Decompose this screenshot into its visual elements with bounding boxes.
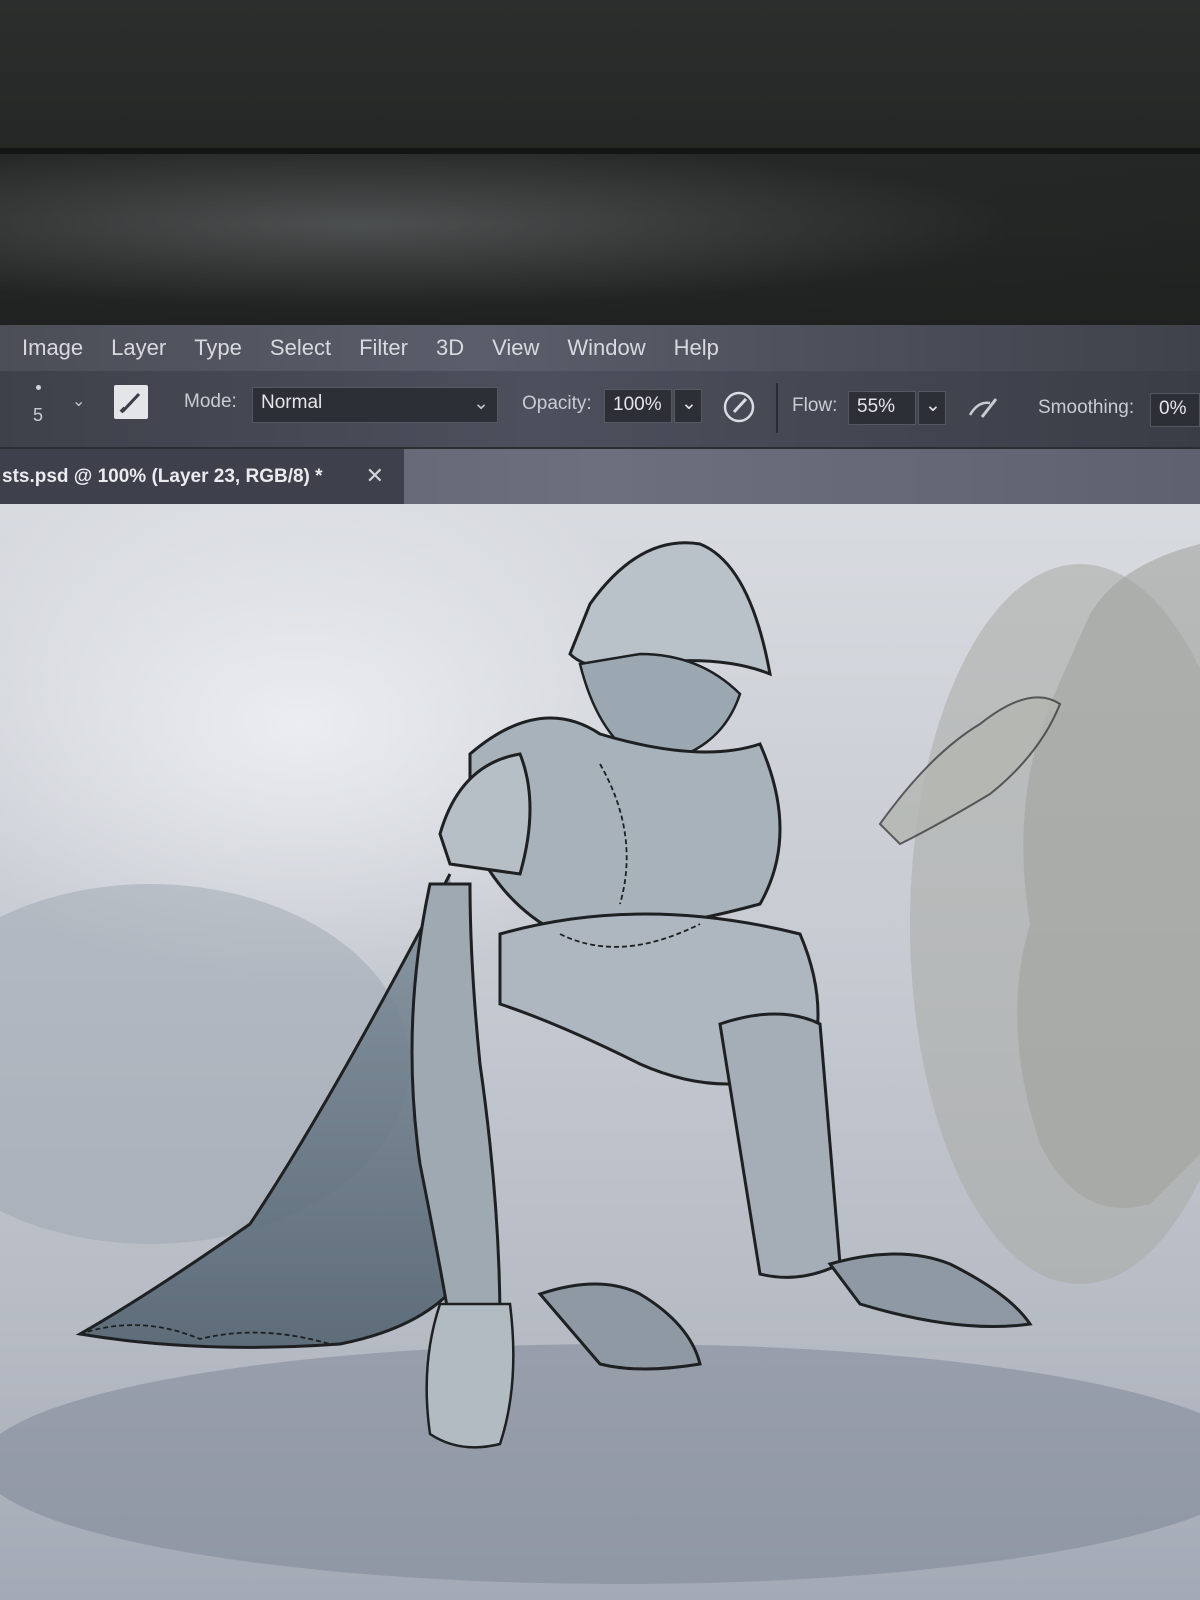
flow-dropdown-button[interactable]: ⌄	[918, 391, 946, 425]
menu-item-select[interactable]: Select	[270, 335, 331, 361]
menu-bar: Image Layer Type Select Filter 3D View W…	[0, 325, 1200, 371]
menu-item-window[interactable]: Window	[567, 335, 645, 361]
chevron-down-icon: ⌄	[925, 395, 941, 416]
airbrush-icon[interactable]	[964, 391, 1004, 425]
flow-value: 55%	[857, 396, 896, 417]
document-tab[interactable]: sts.psd @ 100% (Layer 23, RGB/8) * ✕	[0, 449, 404, 504]
menu-item-3d[interactable]: 3D	[436, 335, 464, 361]
opacity-field[interactable]: 100%	[604, 389, 672, 423]
menu-item-help[interactable]: Help	[674, 335, 719, 361]
brush-panel-toggle-icon[interactable]	[114, 385, 148, 419]
mode-label: Mode:	[184, 391, 237, 412]
opacity-label: Opacity:	[522, 393, 592, 414]
smoothing-field[interactable]: 0%	[1150, 393, 1200, 427]
menu-item-filter[interactable]: Filter	[359, 335, 408, 361]
options-separator	[776, 383, 778, 433]
brush-size-value: 5	[33, 405, 44, 425]
document-tab-bar: sts.psd @ 100% (Layer 23, RGB/8) * ✕	[0, 449, 1200, 504]
opacity-value: 100%	[613, 394, 662, 415]
screen-glare	[0, 154, 1200, 330]
pressure-opacity-icon[interactable]	[722, 389, 758, 425]
sketch-artwork	[0, 504, 1200, 1584]
mode-value: Normal	[261, 392, 323, 413]
menu-item-type[interactable]: Type	[194, 335, 242, 361]
menu-item-layer[interactable]: Layer	[111, 335, 166, 361]
brush-dot-icon	[36, 385, 41, 390]
opacity-dropdown-button[interactable]: ⌄	[674, 389, 702, 423]
chevron-down-icon: ⌄	[681, 393, 697, 414]
flow-field[interactable]: 55%	[848, 391, 916, 425]
smoothing-value: 0%	[1159, 398, 1187, 419]
chevron-down-icon: ⌄	[473, 393, 489, 414]
options-bar: 5 ⌄ Mode: Normal ⌄ Opacity: 100% ⌄ Flow:…	[0, 371, 1200, 449]
document-canvas[interactable]	[0, 504, 1200, 1600]
menu-item-image[interactable]: Image	[22, 335, 83, 361]
smoothing-label: Smoothing:	[1038, 397, 1135, 418]
menu-item-view[interactable]: View	[492, 335, 539, 361]
brush-preset-picker[interactable]: 5 ⌄	[20, 379, 95, 439]
close-icon[interactable]: ✕	[366, 463, 384, 489]
flow-label: Flow:	[792, 395, 838, 416]
document-tab-title: sts.psd @ 100% (Layer 23, RGB/8) *	[2, 465, 323, 487]
mode-select[interactable]: Normal ⌄	[252, 387, 498, 423]
chevron-down-icon: ⌄	[72, 393, 86, 410]
